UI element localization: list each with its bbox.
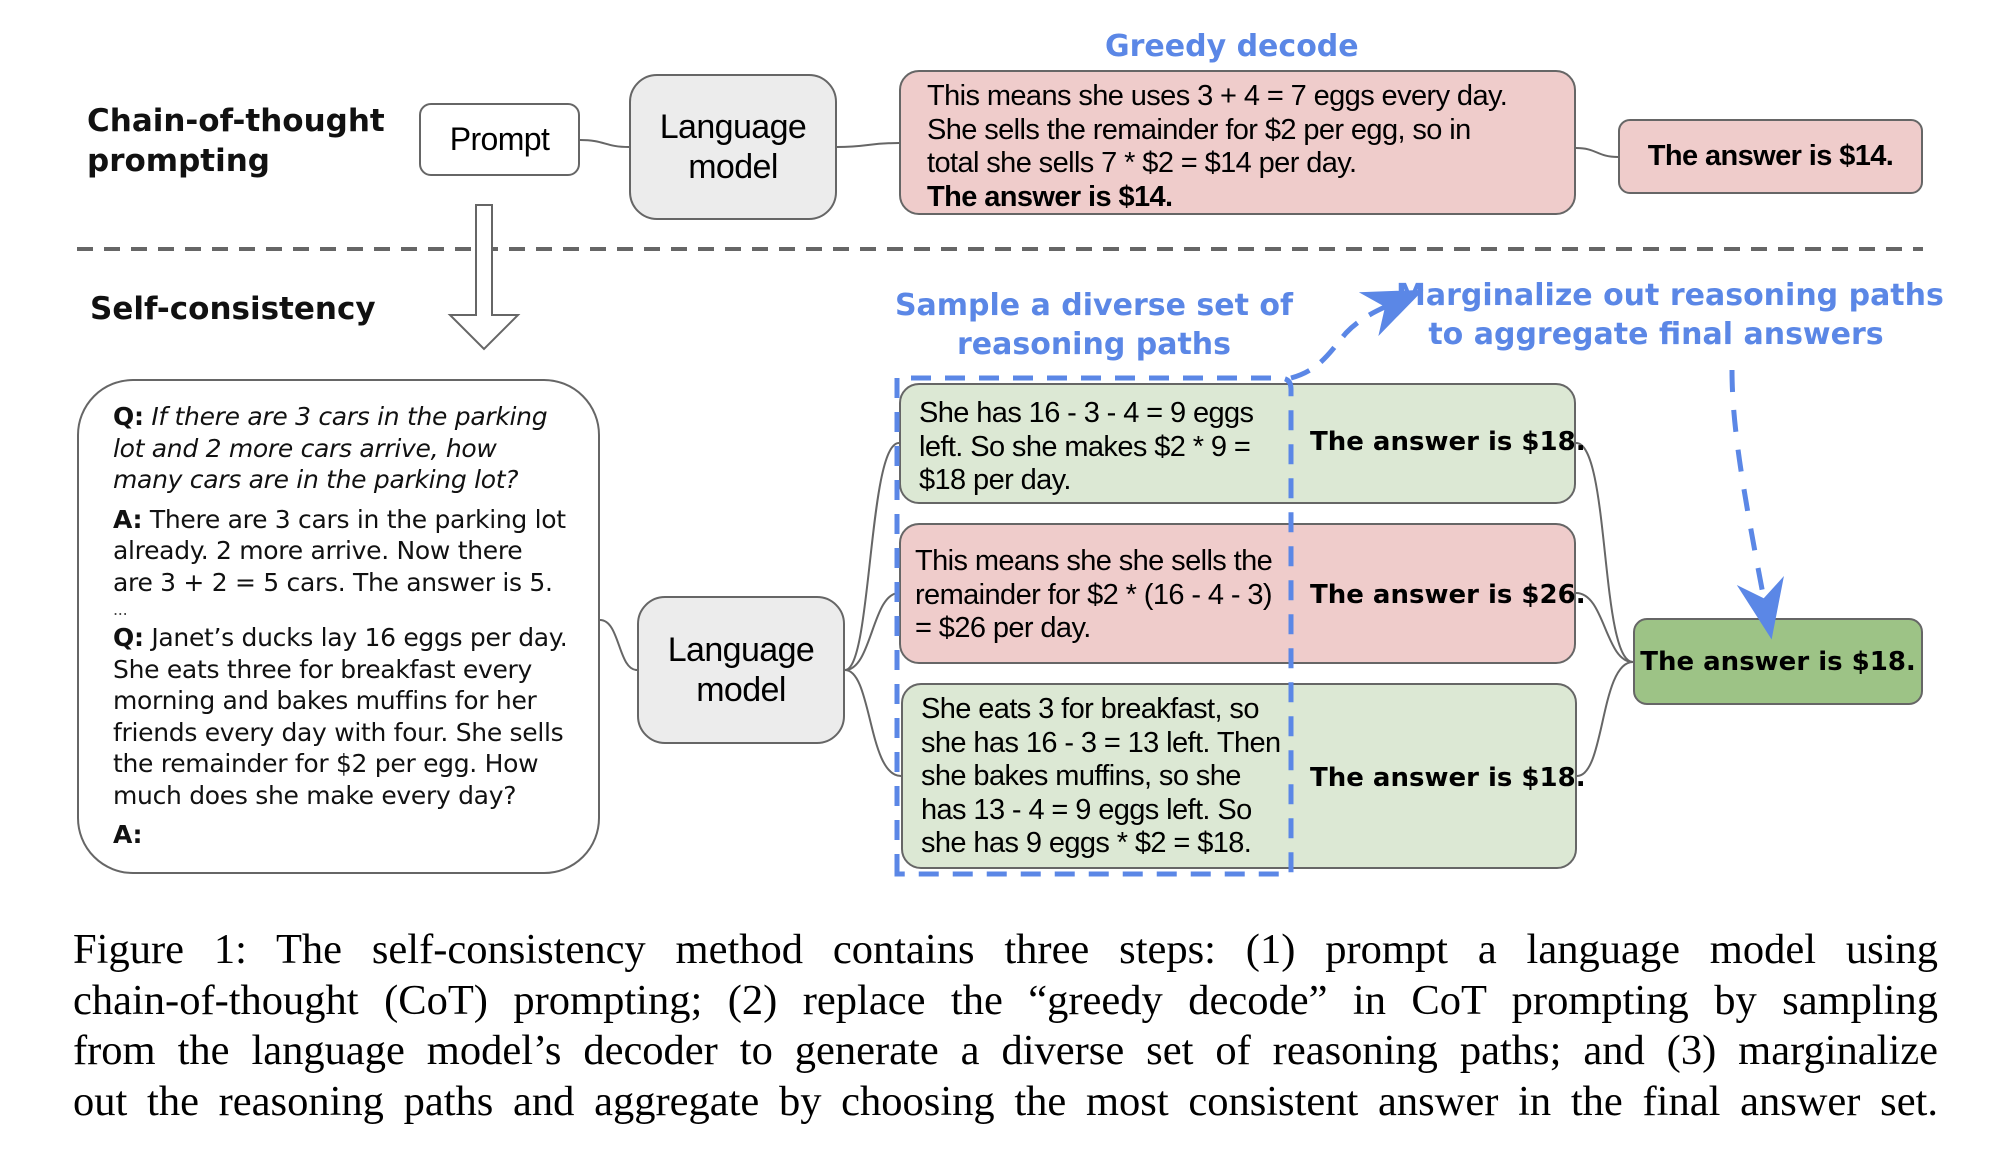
q1-tag: Q: xyxy=(113,402,144,431)
connector-lm-to-path-1 xyxy=(844,442,900,671)
reasoning-path-3: She eats 3 for breakfast, so she has 16 … xyxy=(901,683,1586,869)
path-line: $18 per day. xyxy=(919,464,1071,496)
q1-text: If there are 3 cars in the parking lot a… xyxy=(113,402,548,494)
caption-line: Figure 1: The self-consistency method co… xyxy=(73,926,1938,973)
sc-language-model-box: Language model xyxy=(637,596,845,744)
greedy-answer-line: The answer is $14. xyxy=(927,180,1173,213)
cot-language-model-box: Language model xyxy=(629,74,837,220)
path-line: remainder for $2 * (16 - 4 - 3) xyxy=(915,578,1273,611)
cot-answer: The answer is $14. xyxy=(1647,139,1894,172)
path-line: she has 9 eggs * $2 = $18. xyxy=(921,827,1252,859)
greedy-decode-box: This means she uses 3 + 4 = 7 eggs every… xyxy=(899,70,1576,215)
connector-lm-to-path-2 xyxy=(844,592,900,671)
cot-section-label: Chain-of-thought prompting xyxy=(87,101,385,181)
lm-label-line2: model xyxy=(696,671,786,709)
lm-label-line2: model xyxy=(688,148,778,186)
sample-paths-label: Sample a diverse set of reasoning paths xyxy=(894,286,1294,364)
caption-line: from the language model’s decoder to gen… xyxy=(73,1027,1938,1074)
path-line: has 13 - 4 = 9 eggs left. So xyxy=(921,793,1252,826)
sample-label-line2: reasoning paths xyxy=(956,327,1232,362)
question-prompt-box: Q: If there are 3 cars in the parking lo… xyxy=(77,379,600,874)
connector-greedy-to-answer xyxy=(1575,147,1619,158)
reasoning-path-1: She has 16 - 3 - 4 = 9 eggs left. So she… xyxy=(899,383,1586,504)
lm-label-line1: Language xyxy=(667,631,815,669)
final-answer-box: The answer is $18. xyxy=(1633,618,1923,705)
final-answer: The answer is $18. xyxy=(1640,646,1916,677)
self-consistency-label: Self-consistency xyxy=(90,291,376,327)
path-line: This means she she sells the xyxy=(915,545,1273,577)
connector-question-to-lm xyxy=(599,619,638,671)
path-answer: The answer is $18. xyxy=(1310,763,1586,793)
connector-path-3-to-final xyxy=(1576,661,1634,777)
path-line: left. So she makes $2 * 9 = xyxy=(919,430,1251,463)
connector-lm-to-path-3 xyxy=(844,669,902,777)
cot-label-line1: Chain-of-thought xyxy=(87,103,385,139)
q2-tag: Q: xyxy=(113,623,144,652)
prompt-label: Prompt xyxy=(449,120,550,157)
q2-text: Janet’s ducks lay 16 eggs per day. She e… xyxy=(113,623,568,810)
marginalize-label-line2: to aggregate final answers xyxy=(1428,317,1884,352)
marginalize-label: Marginalize out reasoning paths to aggre… xyxy=(1396,276,1944,354)
path-answer: The answer is $26. xyxy=(1310,580,1586,610)
greedy-line: She sells the remainder for $2 per egg, … xyxy=(927,113,1471,146)
figure-caption: Figure 1: The self-consistency method co… xyxy=(73,925,1938,1127)
path-answer: The answer is $18. xyxy=(1310,427,1586,457)
path-line: She eats 3 for breakfast, so xyxy=(921,693,1259,725)
connector-lm-to-greedy xyxy=(836,142,900,148)
a1-tag: A: xyxy=(113,504,143,534)
marginalize-label-line1: Marginalize out reasoning paths xyxy=(1396,278,1944,313)
caption-line: out the reasoning paths and aggregate by… xyxy=(73,1077,1938,1125)
connector-prompt-to-lm xyxy=(579,139,630,148)
greedy-line: This means she uses 3 + 4 = 7 eggs every… xyxy=(927,80,1508,112)
path-line: She has 16 - 3 - 4 = 9 eggs xyxy=(919,397,1254,429)
caption-line: chain-of-thought (CoT) prompting; (2) re… xyxy=(73,976,1938,1024)
greedy-line: total she sells 7 * $2 = $14 per day. xyxy=(927,147,1357,179)
path-line: she has 16 - 3 = 13 left. Then xyxy=(921,726,1281,759)
prompt-box: Prompt xyxy=(419,103,580,176)
lm-label-line1: Language xyxy=(659,108,807,146)
reasoning-path-2: This means she she sells the remainder f… xyxy=(899,523,1586,664)
path-line: = $26 per day. xyxy=(915,612,1091,644)
sample-label-line1: Sample a diverse set of xyxy=(894,288,1294,323)
cot-answer-box: The answer is $14. xyxy=(1618,119,1923,194)
a2-tag: A: xyxy=(113,820,143,849)
cot-label-line2: prompting xyxy=(87,143,270,179)
a1-text: There are 3 cars in the parking lot alre… xyxy=(113,504,566,597)
hollow-down-arrow-icon xyxy=(447,204,521,351)
ellipsis: ... xyxy=(113,600,128,619)
greedy-decode-label: Greedy decode xyxy=(1105,29,1359,64)
path-line: she bakes muffins, so she xyxy=(921,760,1241,792)
